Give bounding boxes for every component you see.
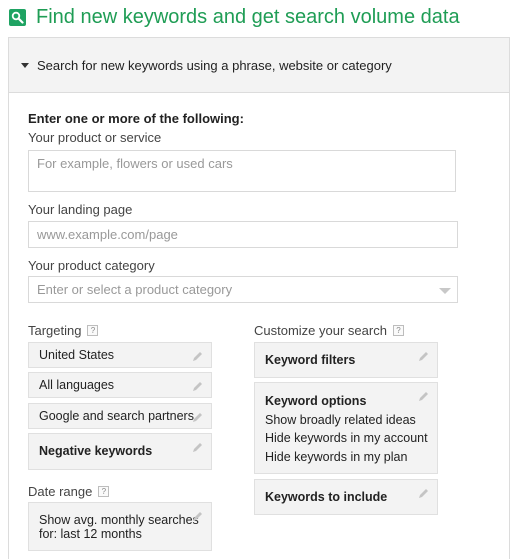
dropdown-arrow-icon[interactable]	[439, 288, 451, 294]
keyword-option-item: Show broadly related ideas	[265, 412, 416, 427]
targeting-location[interactable]: United States	[28, 342, 212, 368]
keyword-filters-label: Keyword filters	[265, 353, 356, 367]
product-placeholder: For example, flowers or used cars	[37, 156, 233, 171]
category-label: Your product category	[28, 258, 155, 273]
keywords-to-include-label: Keywords to include	[265, 490, 388, 504]
product-label: Your product or service	[28, 130, 162, 145]
targeting-location-label: United States	[39, 348, 115, 362]
keyword-option-item: Hide keywords in my plan	[265, 449, 408, 464]
keyword-options-card[interactable]: Keyword options Show broadly related ide…	[254, 382, 438, 474]
customize-label: Customize your search ?	[254, 323, 404, 338]
negative-keywords-label: Negative keywords	[39, 444, 153, 458]
page-title: Find new keywords and get search volume …	[36, 6, 460, 28]
pencil-icon[interactable]	[418, 391, 429, 402]
date-range-label: Date range ?	[28, 484, 110, 499]
keywords-to-include-card[interactable]: Keywords to include	[254, 479, 438, 515]
pencil-icon[interactable]	[418, 488, 429, 499]
panel-header-label: Search for new keywords using a phrase, …	[37, 57, 392, 73]
pencil-icon[interactable]	[192, 442, 203, 453]
targeting-negative-keywords[interactable]: Negative keywords	[28, 433, 212, 470]
date-range-card[interactable]: Show avg. monthly searches for: last 12 …	[28, 502, 212, 551]
landing-page-label: Your landing page	[28, 202, 133, 217]
targeting-network[interactable]: Google and search partners	[28, 403, 212, 429]
help-icon[interactable]: ?	[87, 325, 99, 336]
targeting-language-label: All languages	[39, 378, 115, 392]
caret-down-icon	[21, 62, 29, 68]
landing-page-input[interactable]: www.example.com/page	[28, 221, 458, 248]
section-title: Enter one or more of the following:	[28, 111, 244, 126]
category-select[interactable]: Enter or select a product category	[28, 276, 458, 303]
keyword-option-item: Hide keywords in my account	[265, 431, 428, 445]
targeting-language[interactable]: All languages	[28, 372, 212, 398]
panel-header-toggle[interactable]: Search for new keywords using a phrase, …	[9, 38, 509, 93]
targeting-label-text: Targeting	[28, 323, 82, 338]
pencil-icon[interactable]	[192, 412, 203, 423]
product-input[interactable]: For example, flowers or used cars	[28, 150, 456, 192]
targeting-label: Targeting ?	[28, 323, 99, 338]
page-header: Find new keywords and get search volume …	[9, 6, 460, 29]
category-placeholder: Enter or select a product category	[37, 282, 233, 297]
landing-page-placeholder: www.example.com/page	[37, 227, 178, 242]
date-range-label-text: Date range	[28, 484, 93, 499]
pencil-icon[interactable]	[418, 351, 429, 362]
search-icon	[9, 9, 26, 26]
date-range-line1: Show avg. monthly searches	[39, 513, 199, 527]
help-icon[interactable]: ?	[392, 325, 404, 336]
customize-label-text: Customize your search	[254, 323, 387, 338]
pencil-icon[interactable]	[192, 511, 203, 522]
keyword-filters-card[interactable]: Keyword filters	[254, 342, 438, 378]
date-range-line2: for: last 12 months	[39, 527, 142, 541]
help-icon[interactable]: ?	[98, 486, 110, 497]
targeting-network-label: Google and search partners	[39, 409, 194, 423]
pencil-icon[interactable]	[192, 381, 203, 392]
pencil-icon[interactable]	[192, 351, 203, 362]
keyword-options-title: Keyword options	[265, 394, 367, 408]
